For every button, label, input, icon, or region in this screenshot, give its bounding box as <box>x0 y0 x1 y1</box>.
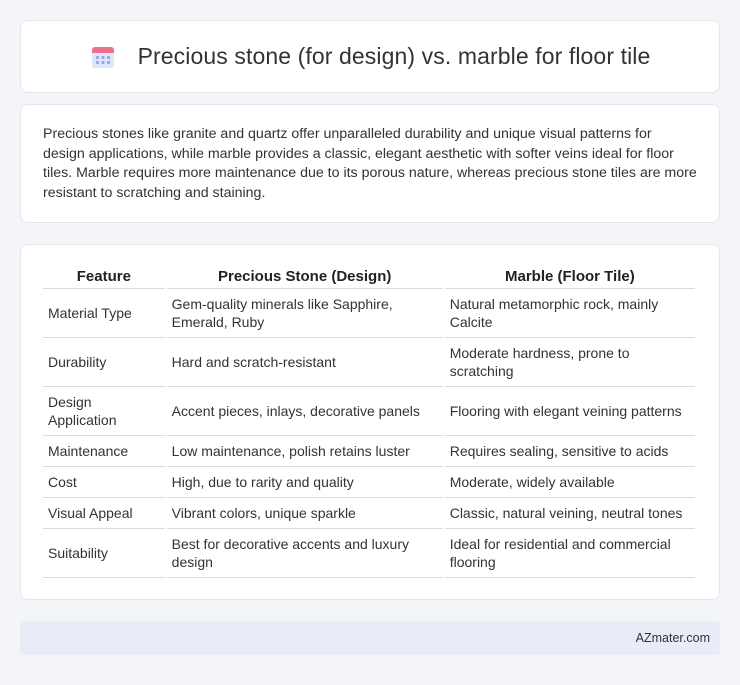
table-row: Design Application Accent pieces, inlays… <box>43 387 695 436</box>
row-marble-cell: Moderate hardness, prone to scratching <box>444 338 695 387</box>
table-row: Durability Hard and scratch-resistant Mo… <box>43 338 695 387</box>
summary-card: Precious stones like granite and quartz … <box>20 104 720 223</box>
row-precious-stone-cell: Hard and scratch-resistant <box>166 338 443 387</box>
column-header-feature: Feature <box>43 265 165 289</box>
row-marble-cell: Classic, natural veining, neutral tones <box>444 498 695 529</box>
row-feature-cell: Visual Appeal <box>43 498 165 529</box>
row-feature-cell: Durability <box>43 338 165 387</box>
row-marble-cell: Ideal for residential and commercial flo… <box>444 529 695 578</box>
row-feature-cell: Maintenance <box>43 436 165 467</box>
page-title: Precious stone (for design) vs. marble f… <box>137 43 651 69</box>
table-row: Maintenance Low maintenance, polish reta… <box>43 436 695 467</box>
comparison-table: Feature Precious Stone (Design) Marble (… <box>41 265 697 578</box>
row-marble-cell: Flooring with elegant veining patterns <box>444 387 695 436</box>
row-marble-cell: Requires sealing, sensitive to acids <box>444 436 695 467</box>
row-feature-cell: Cost <box>43 467 165 498</box>
row-precious-stone-cell: High, due to rarity and quality <box>166 467 443 498</box>
row-marble-cell: Moderate, widely available <box>444 467 695 498</box>
table-row: Cost High, due to rarity and quality Mod… <box>43 467 695 498</box>
row-feature-cell: Design Application <box>43 387 165 436</box>
row-marble-cell: Natural metamorphic rock, mainly Calcite <box>444 289 695 338</box>
row-precious-stone-cell: Gem-quality minerals like Sapphire, Emer… <box>166 289 443 338</box>
row-precious-stone-cell: Accent pieces, inlays, decorative panels <box>166 387 443 436</box>
table-row: Material Type Gem-quality minerals like … <box>43 289 695 338</box>
footer-brand: AZmater.com <box>635 631 710 645</box>
table-row: Visual Appeal Vibrant colors, unique spa… <box>43 498 695 529</box>
table-row: Suitability Best for decorative accents … <box>43 529 695 578</box>
footer: AZmater.com <box>20 621 720 655</box>
row-feature-cell: Suitability <box>43 529 165 578</box>
column-header-marble: Marble (Floor Tile) <box>444 265 695 289</box>
row-precious-stone-cell: Low maintenance, polish retains luster <box>166 436 443 467</box>
summary-text: Precious stones like granite and quartz … <box>43 126 697 201</box>
table-header-row: Feature Precious Stone (Design) Marble (… <box>43 265 695 289</box>
column-header-precious-stone: Precious Stone (Design) <box>166 265 443 289</box>
calendar-icon <box>91 46 114 68</box>
row-precious-stone-cell: Best for decorative accents and luxury d… <box>166 529 443 578</box>
comparison-table-card: Feature Precious Stone (Design) Marble (… <box>20 244 720 600</box>
title-card: Precious stone (for design) vs. marble f… <box>20 20 720 93</box>
row-precious-stone-cell: Vibrant colors, unique sparkle <box>166 498 443 529</box>
row-feature-cell: Material Type <box>43 289 165 338</box>
